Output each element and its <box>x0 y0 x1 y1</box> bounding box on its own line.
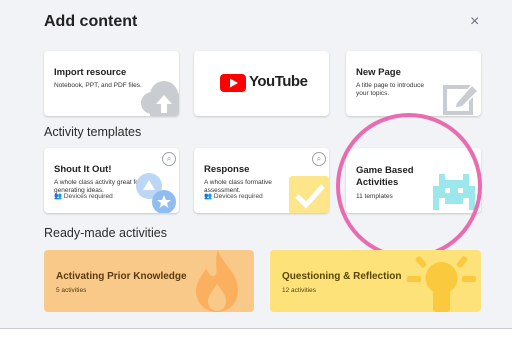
import-resource-title: Import resource <box>54 67 127 78</box>
questioning-title: Questioning & Reflection <box>282 271 402 282</box>
flame-icon <box>196 250 238 312</box>
game-based-count: 11 templates <box>356 193 393 200</box>
lightbulb-icon <box>407 256 476 312</box>
magnifier-icon[interactable]: ⌕ <box>312 152 326 166</box>
ready-made-heading: Ready-made activities <box>44 226 167 240</box>
questioning-count: 12 activities <box>282 287 316 294</box>
cloud-upload-icon <box>141 81 179 116</box>
youtube-label: YouTube <box>249 73 308 90</box>
shout-it-out-title: Shout It Out! <box>54 164 112 175</box>
activating-prior-knowledge-card[interactable]: Activating Prior Knowledge 5 activities <box>44 250 254 312</box>
game-based-title: Game Based Activities <box>356 165 414 188</box>
checkmark-icon <box>289 176 329 213</box>
bottom-divider <box>0 328 512 329</box>
activating-title: Activating Prior Knowledge <box>56 271 187 282</box>
pixel-invader-icon <box>433 174 475 210</box>
game-based-activities-card[interactable]: Game Based Activities 11 templates <box>346 148 481 213</box>
shout-it-out-devices: 👥 Devices required <box>54 192 113 200</box>
response-devices: 👥 Devices required <box>204 192 263 200</box>
new-page-desc: A title page to introduce your topics. <box>356 82 424 97</box>
response-title: Response <box>204 164 250 175</box>
pencil-icon <box>443 83 480 115</box>
questioning-reflection-card[interactable]: Questioning & Reflection 12 activities <box>270 250 481 312</box>
devices-label: Devices required <box>213 193 263 200</box>
add-content-dialog: Add content × Import resource Notebook, … <box>0 0 512 328</box>
close-icon[interactable]: × <box>470 13 479 31</box>
people-icon: 👥 <box>204 193 213 200</box>
import-resource-card[interactable]: Import resource Notebook, PPT, and PDF f… <box>44 51 179 116</box>
new-page-title: New Page <box>356 67 401 78</box>
import-resource-desc: Notebook, PPT, and PDF files. <box>54 82 142 89</box>
people-icon: 👥 <box>54 193 63 200</box>
youtube-play-icon <box>220 74 246 92</box>
dialog-title: Add content <box>44 13 138 30</box>
devices-label: Devices required <box>63 193 113 200</box>
shout-it-out-card[interactable]: Shout It Out! A whole class activity gre… <box>44 148 179 213</box>
activity-templates-heading: Activity templates <box>44 125 142 139</box>
response-card[interactable]: Response A whole class formative assessm… <box>194 148 329 213</box>
speech-bubbles-icon <box>136 173 176 213</box>
new-page-card[interactable]: New Page A title page to introduce your … <box>346 51 481 116</box>
activating-count: 5 activities <box>56 287 87 294</box>
youtube-card[interactable]: YouTube <box>194 51 329 116</box>
magnifier-icon[interactable]: ⌕ <box>162 152 176 166</box>
